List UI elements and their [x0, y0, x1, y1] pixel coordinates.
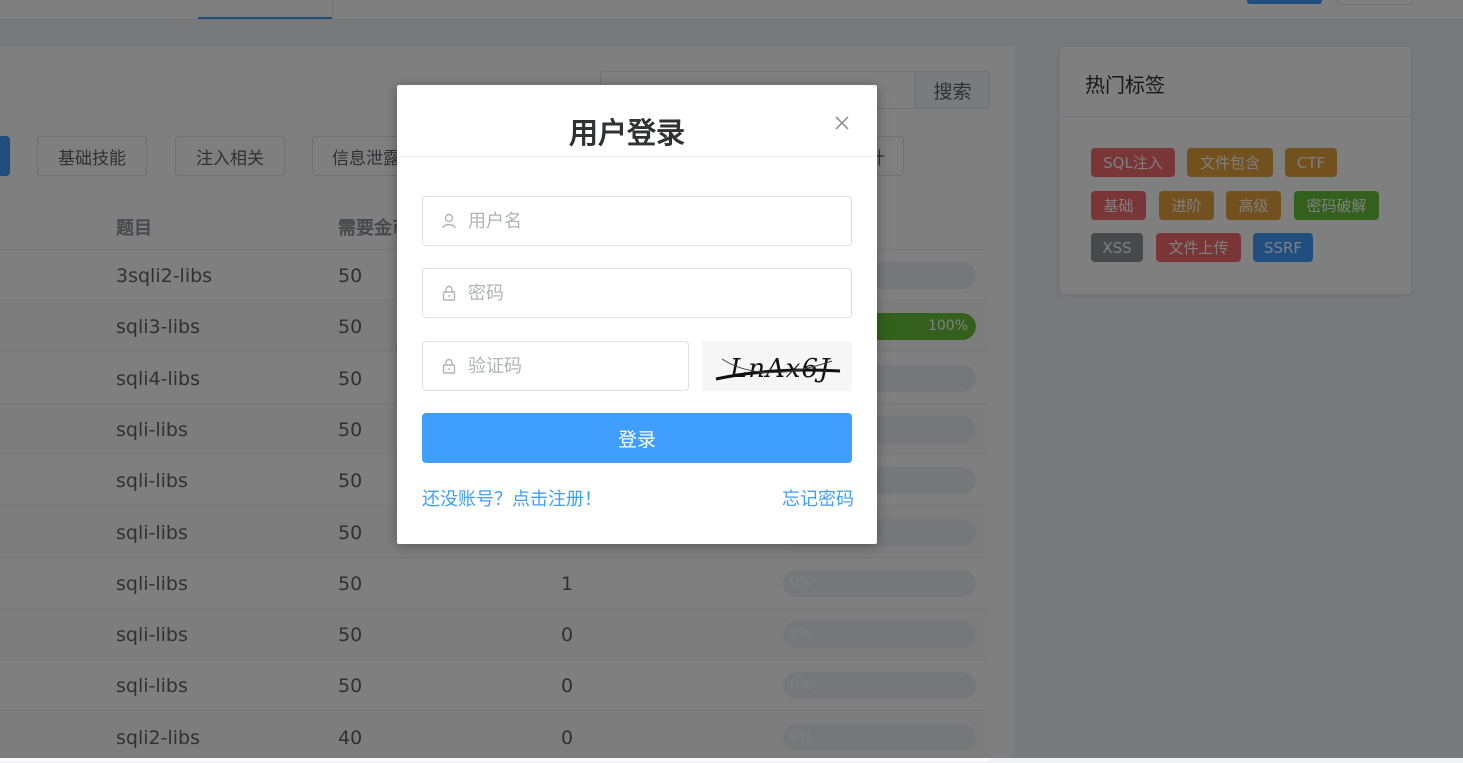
dialog-title: 用户登录: [568, 116, 685, 150]
captcha-field[interactable]: [422, 341, 689, 391]
lock-icon: [440, 284, 458, 302]
forgot-password-link[interactable]: 忘记密码: [782, 485, 854, 511]
password-input[interactable]: [468, 269, 838, 317]
password-field[interactable]: [422, 268, 852, 318]
login-dialog: 用户登录 LnAx6J 登录 还没账号？点击注册！ 忘记密码: [397, 85, 877, 544]
dialog-header: 用户登录: [397, 85, 877, 157]
user-icon: [440, 212, 458, 230]
register-link[interactable]: 还没账号？点击注册！: [422, 485, 602, 511]
login-button[interactable]: 登录: [422, 413, 852, 463]
username-input[interactable]: [468, 197, 838, 245]
username-field[interactable]: [422, 196, 852, 246]
lock-icon: [440, 357, 458, 375]
close-icon[interactable]: [833, 114, 851, 132]
captcha-input[interactable]: [468, 342, 678, 390]
captcha-image[interactable]: LnAx6J: [702, 341, 852, 391]
